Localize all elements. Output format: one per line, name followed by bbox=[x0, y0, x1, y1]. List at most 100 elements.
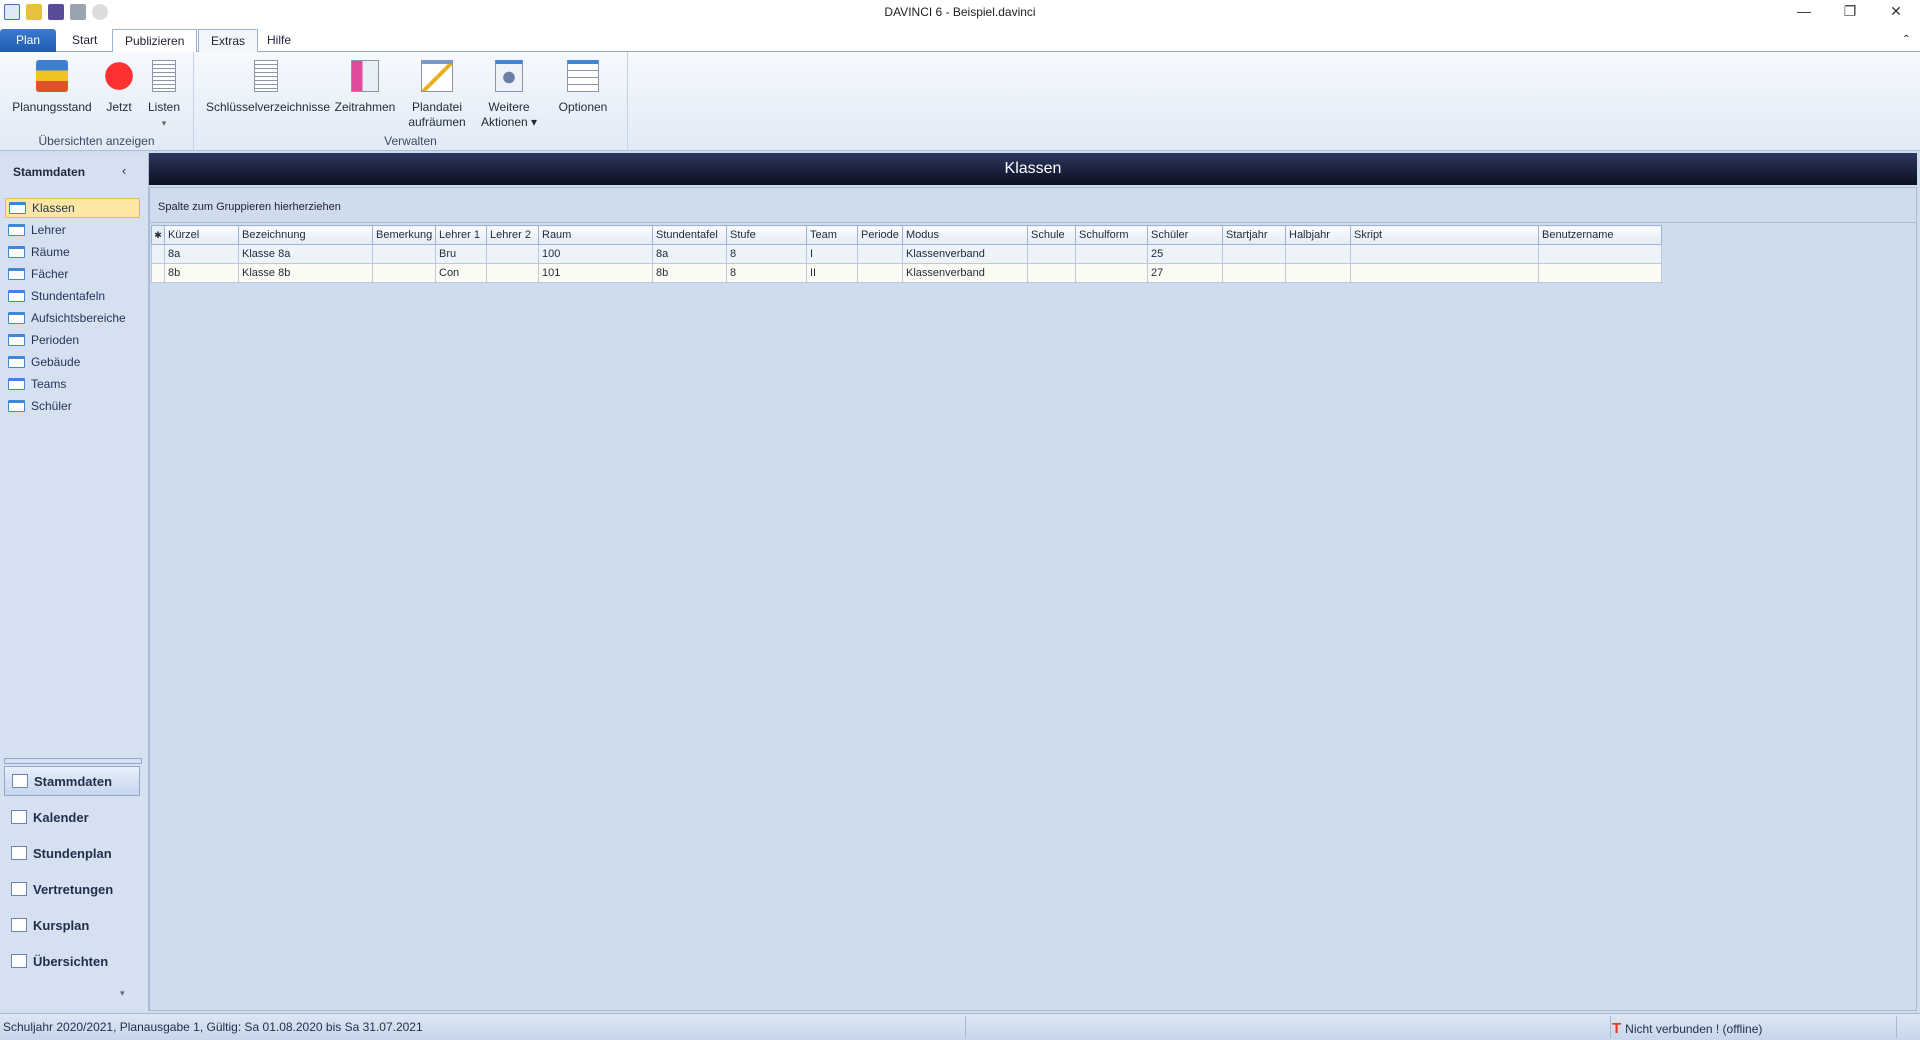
module-stammdaten[interactable]: Stammdaten bbox=[4, 766, 140, 796]
sidebar-item-stundentafeln[interactable]: Stundentafeln bbox=[5, 286, 140, 306]
column-header[interactable]: Bemerkung bbox=[372, 225, 436, 245]
column-header[interactable]: Raum bbox=[538, 225, 653, 245]
table-cell[interactable]: 27 bbox=[1147, 263, 1223, 283]
sidebar-item-lehrer[interactable]: Lehrer bbox=[5, 220, 140, 240]
module-kursplan[interactable]: Kursplan bbox=[4, 910, 140, 940]
table-cell[interactable] bbox=[1222, 263, 1286, 283]
table-cell[interactable] bbox=[1075, 244, 1148, 264]
table-cell[interactable] bbox=[1538, 263, 1662, 283]
table-cell[interactable] bbox=[372, 244, 436, 264]
table-cell[interactable]: Con bbox=[435, 263, 487, 283]
sidebar-title: Stammdaten bbox=[13, 165, 86, 179]
tab-plan[interactable]: Plan bbox=[0, 29, 56, 52]
table-cell[interactable]: II bbox=[806, 263, 858, 283]
column-header[interactable]: Schule bbox=[1027, 225, 1076, 245]
table-cell[interactable]: Bru bbox=[435, 244, 487, 264]
sidebar-item-aufsichtsbereiche[interactable]: Aufsichtsbereiche bbox=[5, 308, 140, 328]
table-cell[interactable] bbox=[1350, 263, 1539, 283]
minimize-button[interactable]: — bbox=[1784, 3, 1824, 19]
table-cell[interactable] bbox=[1350, 244, 1539, 264]
sidebar-item-label: Lehrer bbox=[31, 223, 66, 237]
timeframe-icon bbox=[351, 60, 379, 92]
sidebar-item-schüler[interactable]: Schüler bbox=[5, 396, 140, 416]
module-stundenplan[interactable]: Stundenplan bbox=[4, 838, 140, 868]
table-cell[interactable] bbox=[1027, 263, 1076, 283]
table-cell[interactable] bbox=[1538, 244, 1662, 264]
module-vertretungen[interactable]: Vertretungen bbox=[4, 874, 140, 904]
plandatei-aufraeumen-button[interactable]: Plandatei aufräumen bbox=[406, 60, 468, 130]
table-cell[interactable]: Klassenverband bbox=[902, 244, 1028, 264]
column-header[interactable]: Schüler bbox=[1147, 225, 1223, 245]
table-row[interactable]: 8a Klasse 8a Bru 100 8a 8 I Klassenverband 25 bbox=[151, 244, 1662, 264]
tab-start[interactable]: Start bbox=[60, 29, 109, 52]
column-header[interactable]: Skript bbox=[1350, 225, 1539, 245]
column-header[interactable]: Periode bbox=[857, 225, 903, 245]
planungsstand-button[interactable]: Planungsstand bbox=[10, 60, 94, 115]
status-bar: Schuljahr 2020/2021, Planausgabe 1, Gült… bbox=[0, 1013, 1920, 1040]
table-cell[interactable]: 25 bbox=[1147, 244, 1223, 264]
table-cell[interactable]: I bbox=[806, 244, 858, 264]
row-header[interactable] bbox=[151, 244, 165, 264]
table-cell[interactable] bbox=[486, 263, 539, 283]
schluesselverzeichnisse-button[interactable]: Schlüsselverzeichnisse bbox=[206, 60, 330, 115]
tab-extras[interactable]: Extras bbox=[198, 29, 259, 52]
table-cell[interactable]: Klasse 8b bbox=[238, 263, 373, 283]
sidebar-splitter[interactable] bbox=[4, 758, 142, 764]
listen-button[interactable]: Listen ▾ bbox=[144, 60, 184, 131]
table-cell[interactable] bbox=[1075, 263, 1148, 283]
jetzt-button[interactable]: Jetzt bbox=[100, 60, 138, 115]
group-by-area[interactable]: Spalte zum Gruppieren hierherziehen bbox=[158, 201, 341, 213]
column-header[interactable]: Schulform bbox=[1075, 225, 1148, 245]
table-cell[interactable] bbox=[1027, 244, 1076, 264]
sidebar-item-gebäude[interactable]: Gebäude bbox=[5, 352, 140, 372]
table-cell[interactable] bbox=[372, 263, 436, 283]
table-cell[interactable]: 8b bbox=[164, 263, 239, 283]
column-header[interactable]: Lehrer 2 bbox=[486, 225, 539, 245]
sidebar-item-fächer[interactable]: Fächer bbox=[5, 264, 140, 284]
table-cell[interactable] bbox=[486, 244, 539, 264]
column-header[interactable]: Team bbox=[806, 225, 858, 245]
column-header[interactable]: Bezeichnung bbox=[238, 225, 373, 245]
more-modules-button[interactable]: ▾ bbox=[120, 988, 125, 999]
close-button[interactable]: ✕ bbox=[1876, 3, 1916, 20]
tab-publizieren[interactable]: Publizieren bbox=[112, 29, 198, 52]
column-header[interactable]: Startjahr bbox=[1222, 225, 1286, 245]
folder-icon bbox=[8, 312, 25, 324]
sidebar-item-klassen[interactable]: Klassen bbox=[5, 198, 140, 218]
row-header[interactable] bbox=[151, 263, 165, 283]
table-cell[interactable] bbox=[1222, 244, 1286, 264]
table-cell[interactable]: 8 bbox=[726, 244, 807, 264]
column-header[interactable]: Benutzername bbox=[1538, 225, 1662, 245]
weitere-aktionen-button[interactable]: Weitere Aktionen ▾ bbox=[478, 60, 540, 130]
restore-button[interactable]: ❐ bbox=[1830, 3, 1870, 20]
table-cell[interactable] bbox=[857, 244, 903, 264]
table-cell[interactable] bbox=[1285, 244, 1351, 264]
table-cell[interactable]: 100 bbox=[538, 244, 653, 264]
table-cell[interactable] bbox=[1285, 263, 1351, 283]
table-cell[interactable]: Klassenverband bbox=[902, 263, 1028, 283]
column-header[interactable]: Kürzel bbox=[164, 225, 239, 245]
column-header[interactable]: Halbjahr bbox=[1285, 225, 1351, 245]
module-übersichten[interactable]: Übersichten bbox=[4, 946, 140, 976]
module-kalender[interactable]: Kalender bbox=[4, 802, 140, 832]
column-header[interactable]: Stufe bbox=[726, 225, 807, 245]
table-cell[interactable] bbox=[857, 263, 903, 283]
zeitrahmen-button[interactable]: Zeitrahmen bbox=[334, 60, 396, 115]
table-cell[interactable]: 8b bbox=[652, 263, 727, 283]
sidebar-item-räume[interactable]: Räume bbox=[5, 242, 140, 262]
table-cell[interactable]: Klasse 8a bbox=[238, 244, 373, 264]
column-header[interactable]: Modus bbox=[902, 225, 1028, 245]
column-header[interactable]: Stundentafel bbox=[652, 225, 727, 245]
tab-hilfe[interactable]: Hilfe bbox=[255, 29, 303, 52]
table-cell[interactable]: 101 bbox=[538, 263, 653, 283]
table-row[interactable]: 8b Klasse 8b Con 101 8b 8 II Klassenverband 27 bbox=[151, 263, 1662, 283]
table-cell[interactable]: 8a bbox=[652, 244, 727, 264]
collapse-ribbon-button[interactable]: ⌃ bbox=[1890, 29, 1920, 52]
sidebar-item-perioden[interactable]: Perioden bbox=[5, 330, 140, 350]
sidebar-item-teams[interactable]: Teams bbox=[5, 374, 140, 394]
collapse-sidebar-button[interactable]: ‹ bbox=[122, 163, 126, 178]
optionen-button[interactable]: Optionen bbox=[552, 60, 614, 115]
column-header[interactable]: Lehrer 1 bbox=[435, 225, 487, 245]
table-cell[interactable]: 8a bbox=[164, 244, 239, 264]
table-cell[interactable]: 8 bbox=[726, 263, 807, 283]
